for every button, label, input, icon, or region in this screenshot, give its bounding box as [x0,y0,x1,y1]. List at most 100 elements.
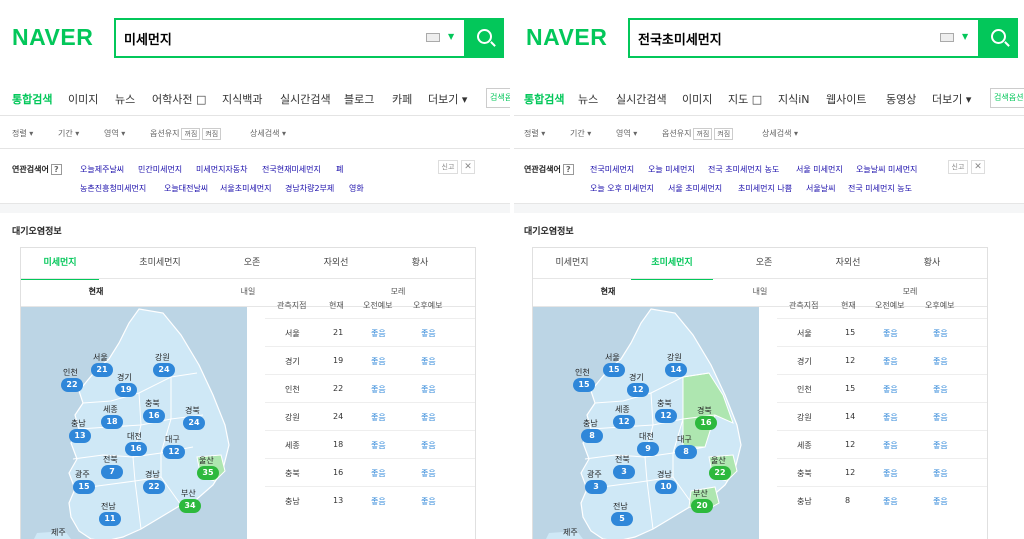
toggle-on[interactable]: 켜짐 [202,128,222,140]
toggle-on[interactable]: 켜짐 [714,128,734,140]
search-input[interactable] [116,20,416,56]
tab-video[interactable]: 동영상 [886,91,916,107]
tab-ultrafine-dust[interactable]: 초미세먼지 [631,248,713,280]
report-button[interactable]: 신고 [438,160,458,174]
search-input[interactable] [630,20,930,56]
help-icon[interactable]: ? [562,164,574,175]
tab-blog[interactable]: 블로그 [344,91,374,107]
keyboard-icon[interactable] [426,33,440,42]
cell-am: 좋음 [371,385,386,394]
tab-fine-dust[interactable]: 미세먼지 [533,248,611,280]
related-link[interactable]: 서울초미세먼지 [220,183,272,194]
tab-kin[interactable]: 지식iN [778,91,810,107]
related-link[interactable]: 영화 [349,183,364,194]
map-city-label: 충남 [583,419,598,428]
search-button[interactable] [466,18,504,58]
tab-encyclopedia[interactable]: 지식백과 [222,91,262,107]
tab-images[interactable]: 이미지 [682,91,712,107]
related-link[interactable]: 오늘 미세먼지 [648,164,695,175]
period-dropdown[interactable]: 기간 ▾ [570,128,591,139]
report-button[interactable]: 신고 [948,160,968,174]
related-link[interactable]: 서울 초미세먼지 [668,183,722,194]
tab-realtime[interactable]: 실시간검색 [280,91,331,107]
naver-logo[interactable]: NAVER [12,24,93,51]
map-city-label: 대구 [165,435,180,444]
tab-uv[interactable]: 자외선 [301,248,371,280]
naver-logo[interactable]: NAVER [526,24,607,51]
related-link[interactable]: 오늘 오후 미세먼지 [590,183,654,194]
korea-map[interactable]: 서울 21 인천 22 경기 19 강원 24 세종 18 충북 16 충남 1… [21,307,247,539]
tab-news[interactable]: 뉴스 [578,91,598,107]
related-searches: 연관검색어? 오늘제주날씨 민간미세먼지 미세먼지자동차 전국현재미세먼지 폐 … [0,149,510,204]
related-link[interactable]: 전국 미세먼지 농도 [848,183,912,194]
related-link[interactable]: 서울날씨 [806,183,835,194]
related-link[interactable]: 경남차량2부제 [285,183,334,194]
chevron-down-icon[interactable]: ▼ [962,32,968,41]
related-label: 연관검색어? [524,164,574,175]
related-link[interactable]: 전국미세먼지 [590,164,634,175]
area-dropdown[interactable]: 영역 ▾ [104,128,125,139]
search-options-button[interactable]: 검색옵 [486,88,510,108]
toggle-off[interactable]: 꺼짐 [181,128,201,140]
search-button[interactable] [980,18,1018,58]
tab-map[interactable]: 지도 □ [728,91,762,107]
tab-ultrafine-dust[interactable]: 초미세먼지 [119,248,201,280]
cell-pm: 좋음 [421,357,436,366]
map-city-label: 강원 [667,353,682,362]
tab-realtime[interactable]: 실시간검색 [616,91,667,107]
related-link[interactable]: 오늘대전날씨 [164,183,208,194]
map-city-label: 전북 [615,455,630,464]
help-icon[interactable]: ? [50,164,62,175]
related-link[interactable]: 오늘제주날씨 [80,164,124,175]
map-city-label: 서울 [93,353,108,362]
tab-news[interactable]: 뉴스 [115,91,135,107]
tab-images[interactable]: 이미지 [68,91,98,107]
tab-yellow-dust[interactable]: 황사 [385,248,455,280]
related-link[interactable]: 농촌진흥청미세먼지 [80,183,146,194]
tab-dictionary[interactable]: 어학사전 □ [152,91,206,107]
tab-cafe[interactable]: 카페 [392,91,412,107]
tab-uv[interactable]: 자외선 [813,248,883,280]
cell-station: 강원 [285,413,300,422]
map-value-badge: 20 [691,499,713,513]
map-value-badge: 22 [143,480,165,494]
tab-integrated[interactable]: 통합검색 [12,91,52,107]
tab-more[interactable]: 더보기 ▾ [932,91,971,107]
cell-am: 좋음 [371,441,386,450]
area-dropdown[interactable]: 영역 ▾ [616,128,637,139]
period-dropdown[interactable]: 기간 ▾ [58,128,79,139]
tab-website[interactable]: 웹사이트 [826,91,866,107]
related-link[interactable]: 전국 초미세먼지 농도 [708,164,779,175]
sort-dropdown[interactable]: 정렬 ▾ [12,128,33,139]
detail-search-dropdown[interactable]: 상세검색 ▾ [250,128,286,139]
air-pollution-widget: 미세먼지 초미세먼지 오존 자외선 황사 현재 내일 모레 [532,247,988,539]
search-options-button[interactable]: 검색옵션 [990,88,1024,108]
related-link[interactable]: 전국현재미세먼지 [262,164,321,175]
table-header: 관측지점 [277,301,307,310]
map-value-badge: 8 [581,429,603,443]
tab-ozone[interactable]: 오존 [217,248,287,280]
related-link[interactable]: 민간미세먼지 [138,164,182,175]
cell-value: 12 [845,468,856,477]
close-icon[interactable]: ✕ [971,160,985,174]
related-link[interactable]: 서울 미세먼지 [796,164,843,175]
keyboard-icon[interactable] [940,33,954,42]
related-link[interactable]: 폐 [336,164,343,175]
tab-fine-dust[interactable]: 미세먼지 [21,248,99,280]
day-now[interactable]: 현재 [41,278,151,306]
related-link[interactable]: 초미세먼지 나쁨 [738,183,792,194]
korea-map[interactable]: 서울 15 인천 15 경기 12 강원 14 세종 12 충북 12 충남 8 [533,307,759,539]
day-now[interactable]: 현재 [553,278,663,306]
detail-search-dropdown[interactable]: 상세검색 ▾ [762,128,798,139]
related-label: 연관검색어? [12,164,62,175]
tab-ozone[interactable]: 오존 [729,248,799,280]
toggle-off[interactable]: 꺼짐 [693,128,713,140]
tab-integrated[interactable]: 통합검색 [524,91,564,107]
sort-dropdown[interactable]: 정렬 ▾ [524,128,545,139]
related-link[interactable]: 오늘날씨 미세먼지 [856,164,917,175]
tab-yellow-dust[interactable]: 황사 [897,248,967,280]
related-link[interactable]: 미세먼지자동차 [196,164,248,175]
tab-more[interactable]: 더보기 ▾ [428,91,467,107]
close-icon[interactable]: ✕ [461,160,475,174]
chevron-down-icon[interactable]: ▼ [448,32,454,41]
